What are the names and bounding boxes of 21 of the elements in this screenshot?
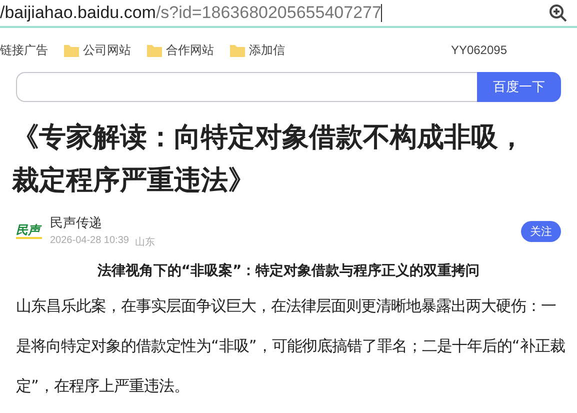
author-name: 民声传递 — [50, 214, 103, 232]
article-title: 《专家解读：向特定对象借款不构成非吸， — [12, 121, 526, 155]
location-label: 山东 — [134, 236, 155, 248]
article-title: 裁定程序严重违法》 — [12, 164, 256, 198]
article-paragraph: 山东昌乐此案，在事实层面争议巨大，在法律层面则更清晰地暴露出两大硬伤：一是将向特定对象的借款定性为“非吸”，可能彻底搞错了罪名；二是十年后的“补正裁定”，在程序上严重违法。 — [16, 296, 566, 397]
author-logo: 民声 — [16, 223, 42, 239]
bookmark-link[interactable]: 添加信 — [230, 42, 285, 58]
follow-button[interactable]: 关注 — [521, 220, 561, 242]
folder-icon — [230, 44, 245, 56]
bookmark-link[interactable]: 公司网站 — [64, 42, 131, 58]
folder-icon — [147, 44, 162, 56]
search-button[interactable]: 百度一下 — [477, 72, 561, 102]
article-subheading: 法律视角下的“非吸案”：特定对象借款与程序正义的双重拷问 — [96, 262, 481, 280]
zoom-icon[interactable] — [549, 4, 567, 22]
folder-icon — [64, 44, 79, 56]
search-field[interactable] — [16, 72, 477, 102]
address-field[interactable]: /baijiahao.baidu.com/s?id=1863680205655407277 — [0, 3, 549, 23]
code-label: YY062095 — [450, 43, 507, 57]
publish-time: 2026-04-28 10:39 — [50, 234, 129, 248]
bookmark-link[interactable]: 链接广告 — [0, 42, 48, 58]
bookmark-link[interactable]: 合作网站 — [147, 42, 214, 58]
